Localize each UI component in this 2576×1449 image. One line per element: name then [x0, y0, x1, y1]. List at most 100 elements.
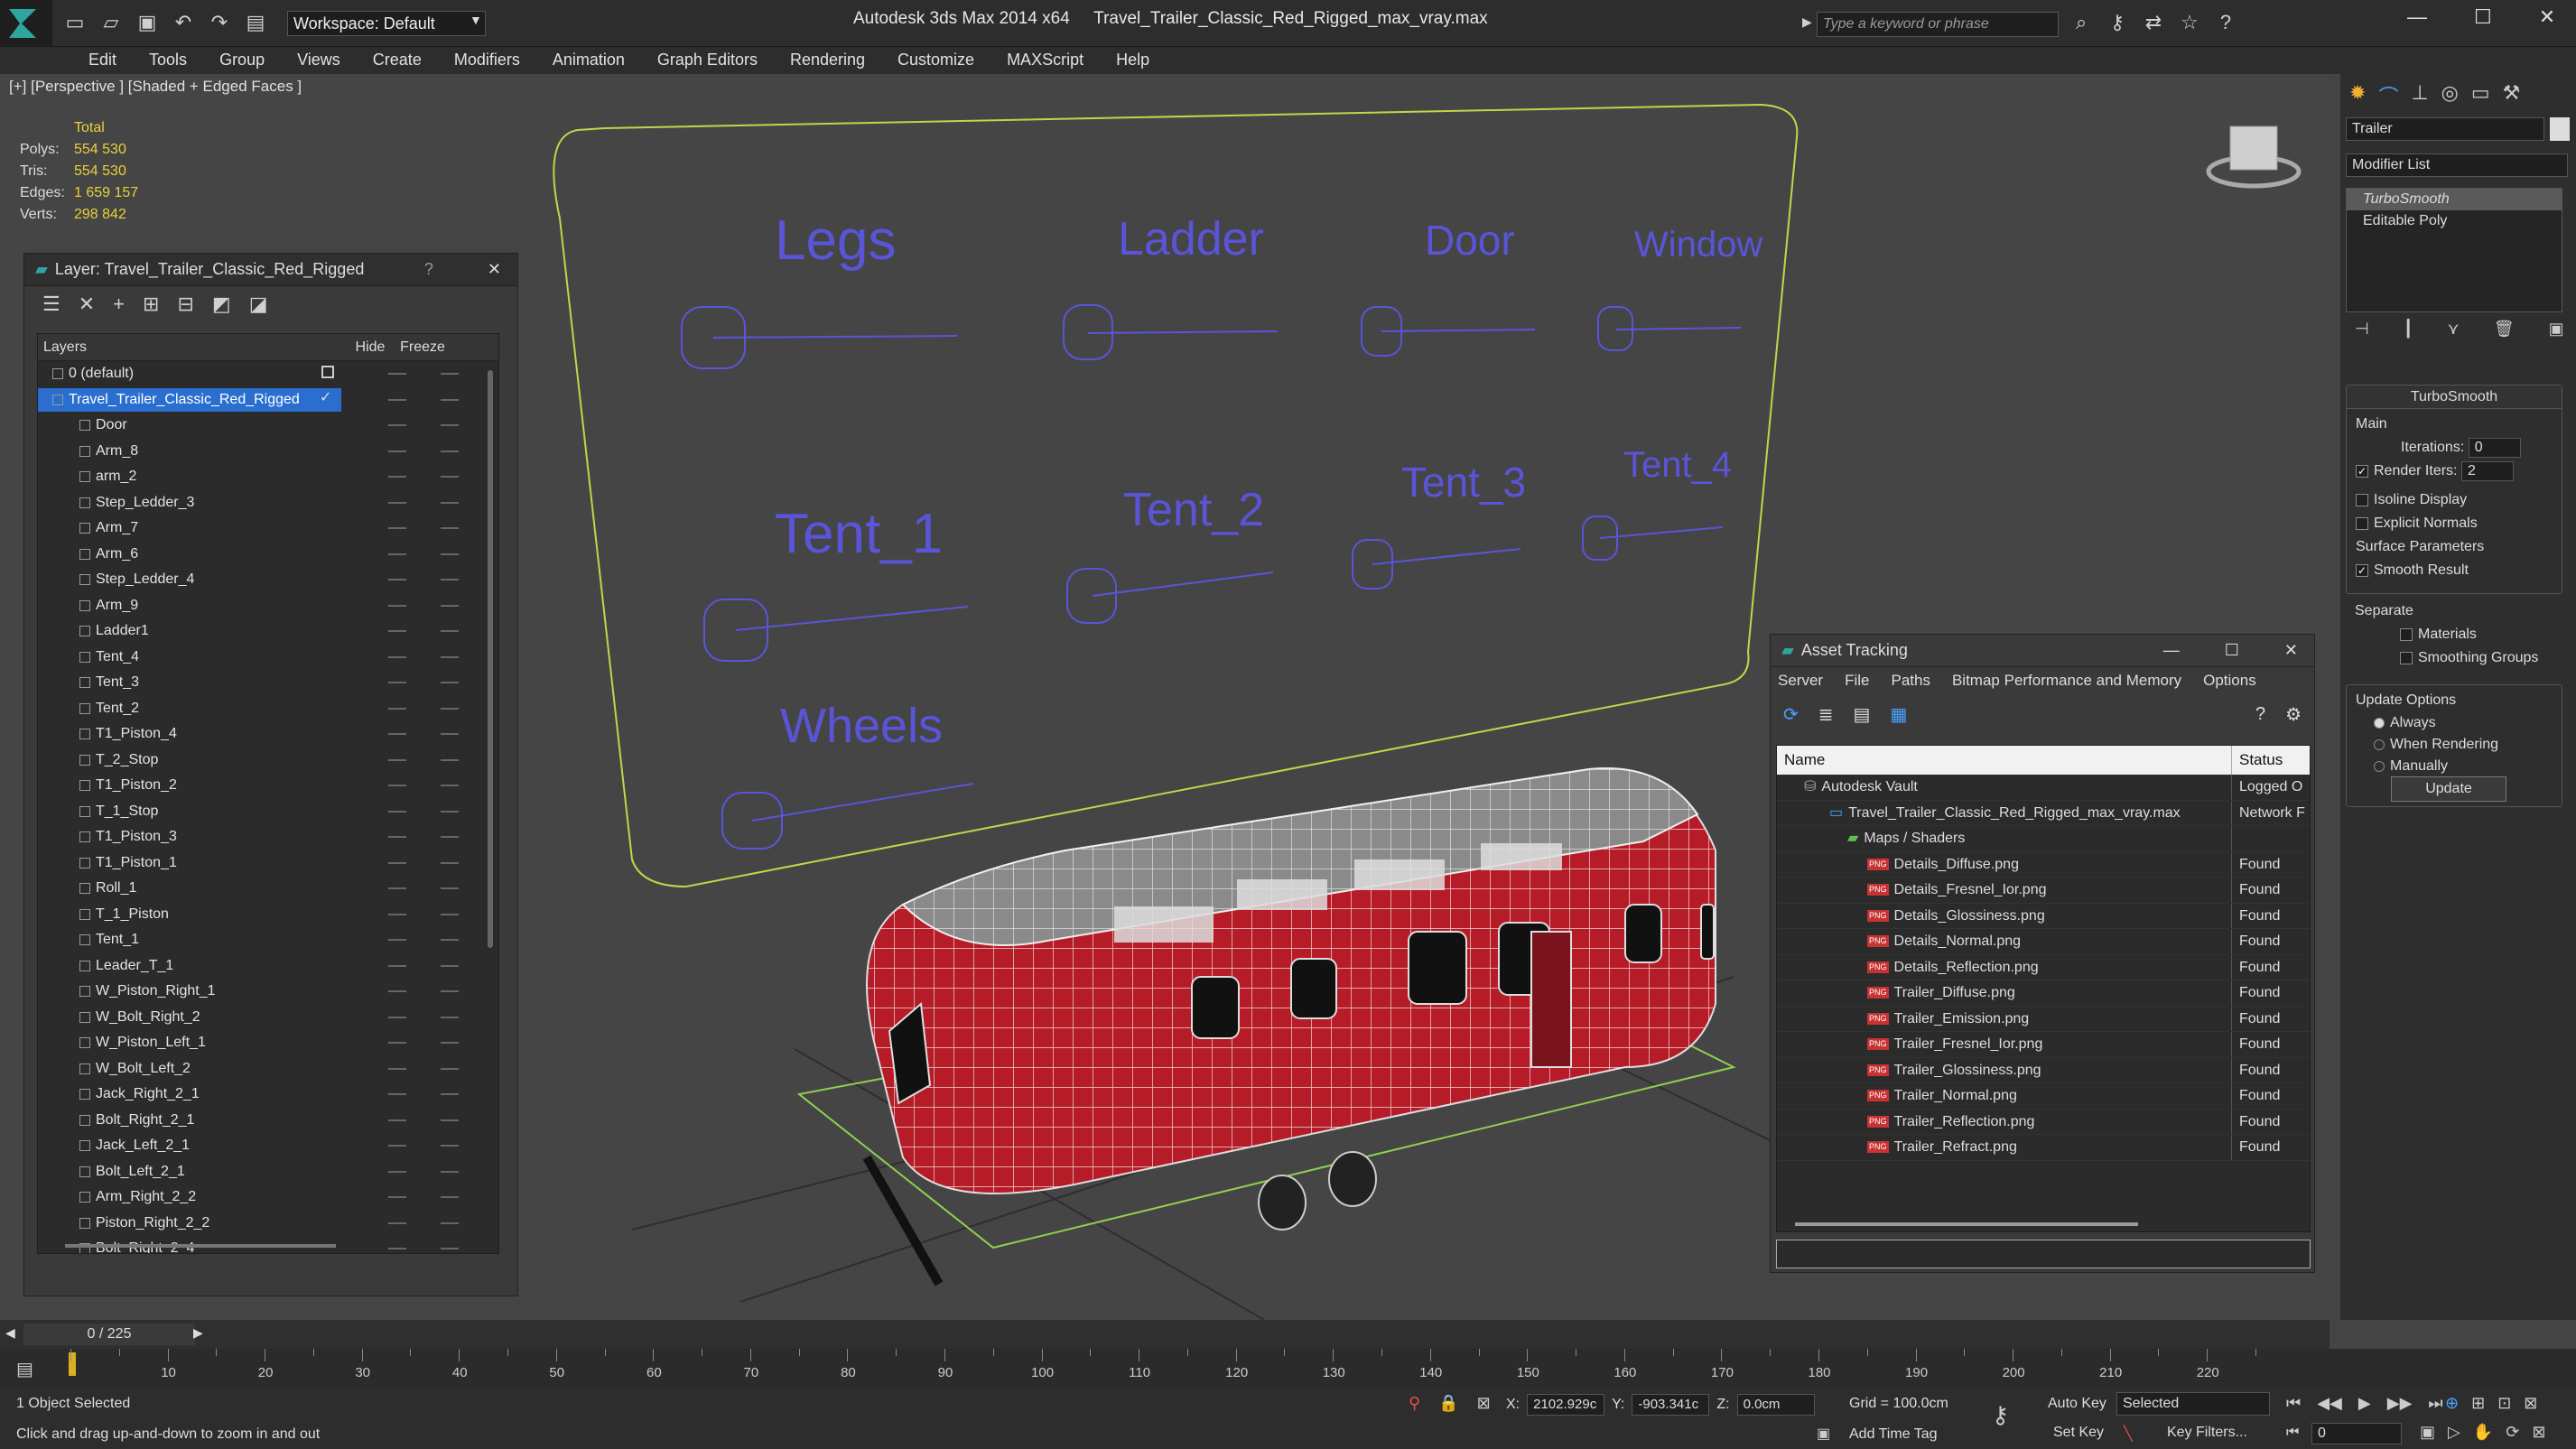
layer-row[interactable]: W_Piston_Left_1 [38, 1030, 498, 1056]
col-name[interactable]: Name [1777, 746, 2232, 775]
time-slider-bar[interactable] [0, 1320, 2330, 1349]
pin-stack-icon[interactable]: ⊣ [2355, 320, 2369, 339]
menu-maxscript[interactable]: MAXScript [990, 47, 1100, 74]
freeze-all-icon[interactable]: ◪ [249, 293, 268, 316]
freeze-toggle[interactable] [441, 604, 459, 607]
close-icon[interactable]: ✕ [2539, 5, 2555, 29]
hierarchy-tab-icon[interactable]: ⊥ [2411, 81, 2428, 104]
layer-row[interactable]: Roll_1 [38, 876, 498, 902]
motion-tab-icon[interactable]: ◎ [2441, 81, 2459, 104]
save-icon[interactable]: ▣ [135, 11, 159, 34]
asset-row[interactable]: PNG Trailer_Normal.png Found [1777, 1083, 2310, 1110]
x-field[interactable]: 2102.929c [1527, 1394, 1605, 1416]
freeze-toggle[interactable] [441, 1016, 459, 1018]
asset-menu-server[interactable]: Server [1778, 667, 1845, 694]
stack-item-editable-poly[interactable]: Editable Poly [2347, 210, 2562, 232]
layer-scrollbar[interactable] [488, 370, 493, 948]
freeze-toggle[interactable] [441, 1093, 459, 1095]
add-time-tag[interactable]: Add Time Tag [1849, 1426, 1938, 1443]
freeze-toggle[interactable] [441, 990, 459, 992]
hide-toggle[interactable] [388, 861, 406, 864]
layer-row[interactable]: Bolt_Right_2_1 [38, 1108, 498, 1134]
hide-toggle[interactable] [388, 373, 406, 375]
binoculars-icon[interactable]: ⌕ [2069, 11, 2093, 34]
maximize-icon[interactable]: ☐ [2225, 641, 2239, 660]
asset-hscrollbar[interactable] [1795, 1222, 2138, 1226]
select-objects-icon[interactable]: ⊞ [143, 293, 159, 316]
layer-row[interactable]: Tent_1 [38, 927, 498, 953]
asset-row[interactable]: PNG Details_Reflection.png Found [1777, 954, 2310, 980]
prev-key-icon[interactable]: ◀◀ [2317, 1394, 2342, 1413]
iterations-spinner[interactable]: 0 [2468, 438, 2521, 458]
freeze-toggle[interactable] [441, 424, 459, 426]
col-layers[interactable]: Layers [38, 334, 345, 360]
layer-row[interactable]: T1_Piston_1 [38, 850, 498, 877]
hide-toggle[interactable] [388, 655, 406, 658]
time-slider[interactable]: 0 / 225 [23, 1324, 195, 1345]
undo-icon[interactable]: ↶ [172, 11, 195, 34]
menu-help[interactable]: Help [1100, 47, 1166, 74]
layer-row[interactable]: Piston_Right_2_2 [38, 1211, 498, 1237]
refresh-icon[interactable]: ⟳ [1783, 703, 1799, 726]
create-tab-icon[interactable]: ✹ [2349, 81, 2366, 104]
freeze-toggle[interactable] [441, 707, 459, 710]
freeze-toggle[interactable] [441, 553, 459, 555]
manually-radio[interactable] [2374, 760, 2385, 772]
hide-toggle[interactable] [388, 1221, 406, 1224]
hide-toggle[interactable] [388, 682, 406, 683]
freeze-toggle[interactable] [441, 1119, 459, 1121]
col-hide[interactable]: Hide [345, 334, 395, 360]
star-icon[interactable]: ☆ [2178, 11, 2201, 34]
workspace-dropdown[interactable]: Workspace: Default [287, 11, 486, 36]
play-icon[interactable]: ▶ [2358, 1394, 2371, 1413]
asset-row[interactable]: ▰ Maps / Shaders [1777, 826, 2310, 852]
freeze-toggle[interactable] [441, 964, 459, 967]
help-icon[interactable]: ? [2214, 11, 2237, 34]
list-view-icon[interactable]: ≣ [1818, 703, 1834, 726]
hide-toggle[interactable] [388, 1119, 406, 1121]
layer-row[interactable]: Arm_6 [38, 542, 498, 568]
hide-toggle[interactable] [388, 733, 406, 735]
layer-row[interactable]: Leader_T_1 [38, 953, 498, 980]
search-arrow-icon[interactable]: ▶ [1802, 14, 1812, 30]
remove-modifier-icon[interactable]: 🗑 [2494, 320, 2515, 339]
layer-row[interactable]: Jack_Left_2_1 [38, 1133, 498, 1159]
search-input[interactable]: Type a keyword or phrase [1817, 12, 2059, 37]
always-radio[interactable] [2374, 717, 2385, 729]
hide-toggle[interactable] [388, 939, 406, 941]
freeze-toggle[interactable] [441, 810, 459, 813]
time-tag-icon[interactable]: ▣ [1817, 1425, 1830, 1443]
isoline-checkbox[interactable] [2356, 493, 2368, 506]
viewcube[interactable] [2206, 125, 2302, 189]
render-iters-checkbox[interactable]: ✓ [2356, 464, 2368, 478]
layer-row[interactable]: arm_2 [38, 464, 498, 490]
freeze-toggle[interactable] [441, 887, 459, 889]
layer-row[interactable]: T1_Piston_2 [38, 773, 498, 799]
freeze-toggle[interactable] [441, 758, 459, 761]
materials-checkbox[interactable] [2400, 627, 2413, 641]
layer-row[interactable]: Tent_4 [38, 645, 498, 671]
asset-row[interactable]: PNG Trailer_Emission.png Found [1777, 1006, 2310, 1032]
hide-toggle[interactable] [388, 887, 406, 889]
asset-menu-paths[interactable]: Paths [1891, 667, 1951, 694]
freeze-toggle[interactable] [441, 1170, 459, 1173]
pan-icon[interactable]: ✋ [2473, 1423, 2493, 1442]
asset-row[interactable]: PNG Details_Glossiness.png Found [1777, 903, 2310, 929]
freeze-toggle[interactable] [441, 630, 459, 632]
layer-row[interactable]: T_1_Piston [38, 902, 498, 928]
mini-curve-editor-icon[interactable]: ▤ [16, 1358, 33, 1380]
layer-row[interactable]: Arm_7 [38, 516, 498, 542]
hide-toggle[interactable] [388, 630, 406, 632]
zoom-extents-icon[interactable]: ⊡ [2497, 1394, 2511, 1413]
hide-toggle[interactable] [388, 604, 406, 607]
freeze-toggle[interactable] [441, 527, 459, 529]
hide-toggle[interactable] [388, 836, 406, 838]
asset-row[interactable]: PNG Trailer_Refract.png Found [1777, 1135, 2310, 1161]
utilities-tab-icon[interactable]: ⚒ [2503, 81, 2521, 104]
freeze-toggle[interactable] [441, 913, 459, 915]
minimize-icon[interactable]: — [2407, 5, 2427, 29]
next-frame-arrow-icon[interactable]: ▶ [193, 1325, 203, 1341]
asset-path-field[interactable] [1776, 1240, 2311, 1268]
smooth-result-checkbox[interactable]: ✓ [2356, 563, 2368, 577]
asset-row[interactable]: PNG Details_Fresnel_Ior.png Found [1777, 878, 2310, 904]
